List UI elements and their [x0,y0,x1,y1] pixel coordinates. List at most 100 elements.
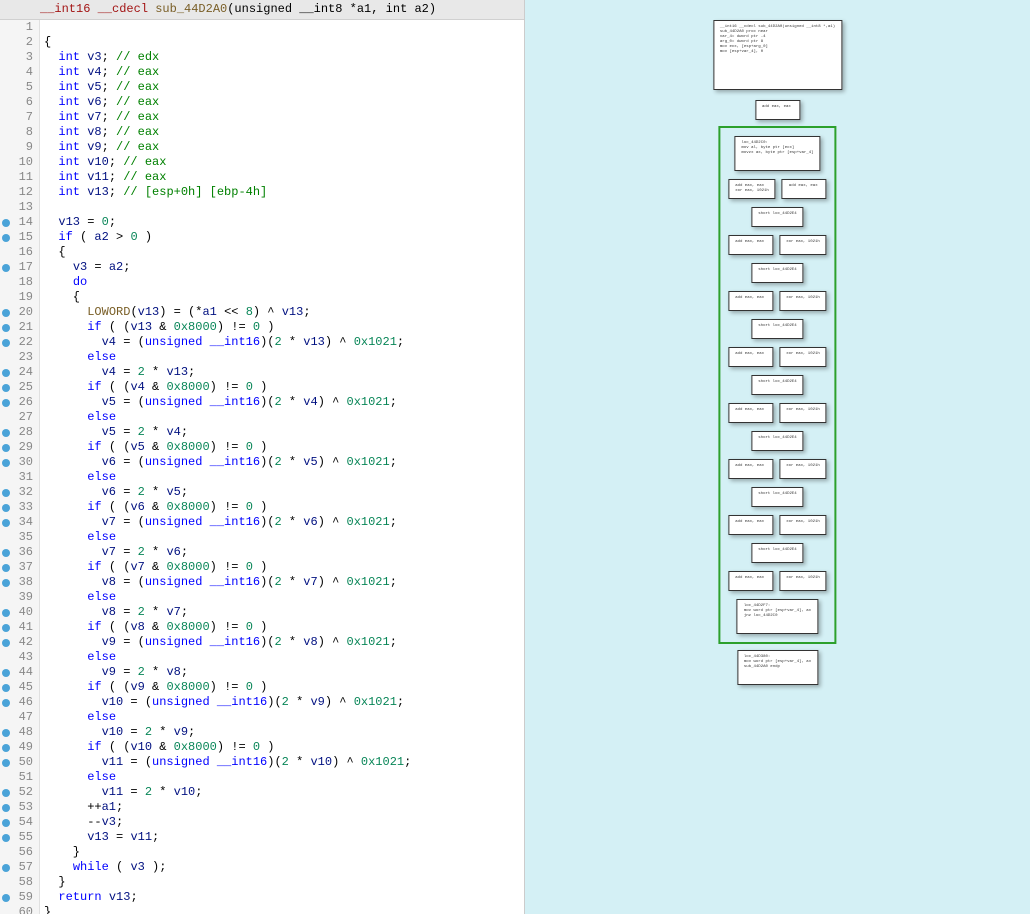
gutter[interactable]: 60 [0,905,40,914]
graph-node[interactable]: short loc_44D2E4 [751,431,803,451]
code-text[interactable]: v11 = 2 * v10; [40,785,524,800]
code-text[interactable]: v4 = (unsigned __int16)(2 * v13) ^ 0x102… [40,335,524,350]
gutter[interactable]: 10 [0,155,40,170]
gutter[interactable]: 38 [0,575,40,590]
code-line[interactable]: 42 v9 = (unsigned __int16)(2 * v8) ^ 0x1… [0,635,524,650]
gutter[interactable]: 52 [0,785,40,800]
gutter[interactable]: 33 [0,500,40,515]
code-line[interactable]: 40 v8 = 2 * v7; [0,605,524,620]
gutter[interactable]: 56 [0,845,40,860]
code-line[interactable]: 10 int v10; // eax [0,155,524,170]
code-line[interactable]: 26 v5 = (unsigned __int16)(2 * v4) ^ 0x1… [0,395,524,410]
graph-node[interactable]: add eax, eax [728,235,773,255]
gutter[interactable]: 35 [0,530,40,545]
code-text[interactable]: v10 = 2 * v9; [40,725,524,740]
code-line[interactable]: 23 else [0,350,524,365]
code-line[interactable]: 14 v13 = 0; [0,215,524,230]
code-line[interactable]: 4 int v4; // eax [0,65,524,80]
code-text[interactable]: else [40,710,524,725]
gutter[interactable]: 3 [0,50,40,65]
code-line[interactable]: 57 while ( v3 ); [0,860,524,875]
code-line[interactable]: 51 else [0,770,524,785]
gutter[interactable]: 22 [0,335,40,350]
graph-node[interactable]: add eax, eax [728,459,773,479]
gutter[interactable]: 16 [0,245,40,260]
breakpoint-dot-icon[interactable] [2,444,10,452]
code-line[interactable]: 5 int v5; // eax [0,80,524,95]
gutter[interactable]: 2 [0,35,40,50]
code-line[interactable]: 30 v6 = (unsigned __int16)(2 * v5) ^ 0x1… [0,455,524,470]
breakpoint-dot-icon[interactable] [2,864,10,872]
code-text[interactable]: } [40,845,524,860]
code-line[interactable]: 13 [0,200,524,215]
code-line[interactable]: 37 if ( (v7 & 0x8000) != 0 ) [0,560,524,575]
code-text[interactable]: int v4; // eax [40,65,524,80]
gutter[interactable]: 30 [0,455,40,470]
code-line[interactable]: 21 if ( (v13 & 0x8000) != 0 ) [0,320,524,335]
code-text[interactable]: if ( (v10 & 0x8000) != 0 ) [40,740,524,755]
breakpoint-dot-icon[interactable] [2,639,10,647]
code-line[interactable]: 12 int v13; // [esp+0h] [ebp-4h] [0,185,524,200]
code-line[interactable]: 7 int v7; // eax [0,110,524,125]
code-line[interactable]: 11 int v11; // eax [0,170,524,185]
gutter[interactable]: 40 [0,605,40,620]
gutter[interactable]: 24 [0,365,40,380]
graph-node[interactable]: add eax, eax [728,403,773,423]
code-text[interactable]: int v6; // eax [40,95,524,110]
code-line[interactable]: 22 v4 = (unsigned __int16)(2 * v13) ^ 0x… [0,335,524,350]
code-line[interactable]: 59 return v13; [0,890,524,905]
gutter[interactable]: 9 [0,140,40,155]
code-line[interactable]: 56 } [0,845,524,860]
breakpoint-dot-icon[interactable] [2,684,10,692]
code-text[interactable]: v10 = (unsigned __int16)(2 * v9) ^ 0x102… [40,695,524,710]
code-line[interactable]: 47 else [0,710,524,725]
gutter[interactable]: 54 [0,815,40,830]
gutter[interactable]: 15 [0,230,40,245]
gutter[interactable]: 6 [0,95,40,110]
graph-node[interactable]: xor eax, 1021h [779,235,827,255]
code-text[interactable]: if ( (v8 & 0x8000) != 0 ) [40,620,524,635]
gutter[interactable]: 20 [0,305,40,320]
graph-node[interactable]: short loc_44D2E4 [751,263,803,283]
code-text[interactable]: while ( v3 ); [40,860,524,875]
breakpoint-dot-icon[interactable] [2,744,10,752]
gutter[interactable]: 19 [0,290,40,305]
code-line[interactable]: 45 if ( (v9 & 0x8000) != 0 ) [0,680,524,695]
breakpoint-dot-icon[interactable] [2,549,10,557]
breakpoint-dot-icon[interactable] [2,489,10,497]
code-line[interactable]: 54 --v3; [0,815,524,830]
code-text[interactable]: v11 = (unsigned __int16)(2 * v10) ^ 0x10… [40,755,524,770]
graph-node-loop-head[interactable]: loc_44D2C0: mov al, byte ptr [ecx] movzx… [734,136,820,171]
code-line[interactable]: 3 int v3; // edx [0,50,524,65]
breakpoint-dot-icon[interactable] [2,669,10,677]
graph-node[interactable]: add eax, eax [782,179,827,199]
code-listing[interactable]: 12{3 int v3; // edx4 int v4; // eax5 int… [0,20,524,914]
gutter[interactable]: 12 [0,185,40,200]
gutter[interactable]: 23 [0,350,40,365]
gutter[interactable]: 13 [0,200,40,215]
gutter[interactable]: 41 [0,620,40,635]
gutter[interactable]: 42 [0,635,40,650]
code-text[interactable]: v9 = (unsigned __int16)(2 * v8) ^ 0x1021… [40,635,524,650]
breakpoint-dot-icon[interactable] [2,429,10,437]
graph-node[interactable]: xor eax, 1021h [779,515,827,535]
code-text[interactable]: do [40,275,524,290]
breakpoint-dot-icon[interactable] [2,759,10,767]
code-text[interactable]: LOWORD(v13) = (*a1 << 8) ^ v13; [40,305,524,320]
code-line[interactable]: 2{ [0,35,524,50]
code-line[interactable]: 49 if ( (v10 & 0x8000) != 0 ) [0,740,524,755]
code-text[interactable]: return v13; [40,890,524,905]
breakpoint-dot-icon[interactable] [2,459,10,467]
code-line[interactable]: 20 LOWORD(v13) = (*a1 << 8) ^ v13; [0,305,524,320]
code-line[interactable]: 38 v8 = (unsigned __int16)(2 * v7) ^ 0x1… [0,575,524,590]
gutter[interactable]: 28 [0,425,40,440]
gutter[interactable]: 25 [0,380,40,395]
gutter[interactable]: 34 [0,515,40,530]
code-line[interactable]: 16 { [0,245,524,260]
gutter[interactable]: 18 [0,275,40,290]
breakpoint-dot-icon[interactable] [2,519,10,527]
graph-node[interactable]: short loc_44D2E4 [751,487,803,507]
code-text[interactable]: if ( (v5 & 0x8000) != 0 ) [40,440,524,455]
code-text[interactable]: v5 = 2 * v4; [40,425,524,440]
gutter[interactable]: 43 [0,650,40,665]
